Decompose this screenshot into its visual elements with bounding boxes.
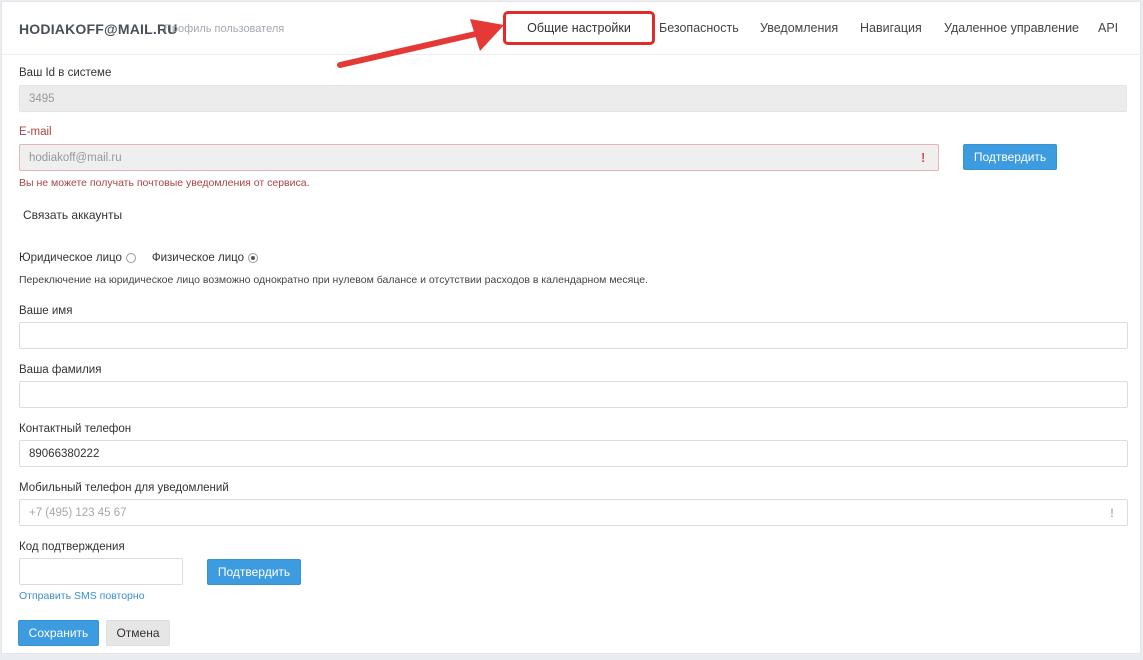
mobile-phone-label: Мобильный телефон для уведомлений xyxy=(19,482,229,494)
save-button[interactable]: Сохранить xyxy=(18,620,99,646)
profile-panel: HODIAKOFF@MAIL.RU Профиль пользователя О… xyxy=(1,1,1141,654)
user-email-title: HODIAKOFF@MAIL.RU xyxy=(19,21,178,37)
individual-label: Физическое лицо xyxy=(151,252,244,264)
contact-phone-label: Контактный телефон xyxy=(19,423,132,435)
annotation-arrow-icon xyxy=(337,19,504,68)
confirm-code-label: Код подтверждения xyxy=(19,541,125,553)
page-subtitle: Профиль пользователя xyxy=(164,23,285,35)
last-name-label: Ваша фамилия xyxy=(19,364,102,376)
tab-navigation[interactable]: Навигация xyxy=(860,21,922,35)
tab-notifications[interactable]: Уведомления xyxy=(760,21,838,35)
resend-sms-link[interactable]: Отправить SMS повторно xyxy=(19,590,145,602)
confirm-code-field[interactable] xyxy=(19,558,183,585)
mobile-phone-warning-icon: ! xyxy=(1110,506,1114,520)
link-accounts-link[interactable]: Связать аккаунты xyxy=(23,208,122,222)
cancel-button[interactable]: Отмена xyxy=(106,620,170,646)
email-label: E-mail xyxy=(19,126,52,138)
email-warning-icon: ! xyxy=(921,150,926,165)
individual-radio[interactable] xyxy=(247,253,258,263)
first-name-field[interactable] xyxy=(19,322,1128,349)
tab-security[interactable]: Безопасность xyxy=(659,21,739,35)
sms-confirm-button[interactable]: Подтвердить xyxy=(207,559,301,585)
user-id-field xyxy=(19,85,1127,112)
email-field[interactable] xyxy=(19,144,939,171)
email-confirm-button[interactable]: Подтвердить xyxy=(963,144,1057,170)
entity-type-hint: Переключение на юридическое лицо возможн… xyxy=(19,274,648,286)
contact-phone-field[interactable] xyxy=(19,440,1128,467)
mobile-phone-field[interactable] xyxy=(19,499,1128,526)
tab-remote-control[interactable]: Удаленное управление xyxy=(944,21,1079,35)
header-divider xyxy=(2,54,1141,55)
tab-api[interactable]: API xyxy=(1098,21,1118,35)
legal-entity-radio[interactable] xyxy=(125,253,136,263)
email-error-text: Вы не можете получать почтовые уведомлен… xyxy=(19,177,310,189)
legal-entity-label: Юридическое лицо xyxy=(19,252,122,264)
tab-general-settings[interactable]: Общие настройки xyxy=(503,11,655,45)
first-name-label: Ваше имя xyxy=(19,305,73,317)
last-name-field[interactable] xyxy=(19,381,1128,408)
entity-type-radio-group: Юридическое лицо Физическое лицо xyxy=(19,252,258,264)
user-id-label: Ваш Id в системе xyxy=(19,67,112,79)
